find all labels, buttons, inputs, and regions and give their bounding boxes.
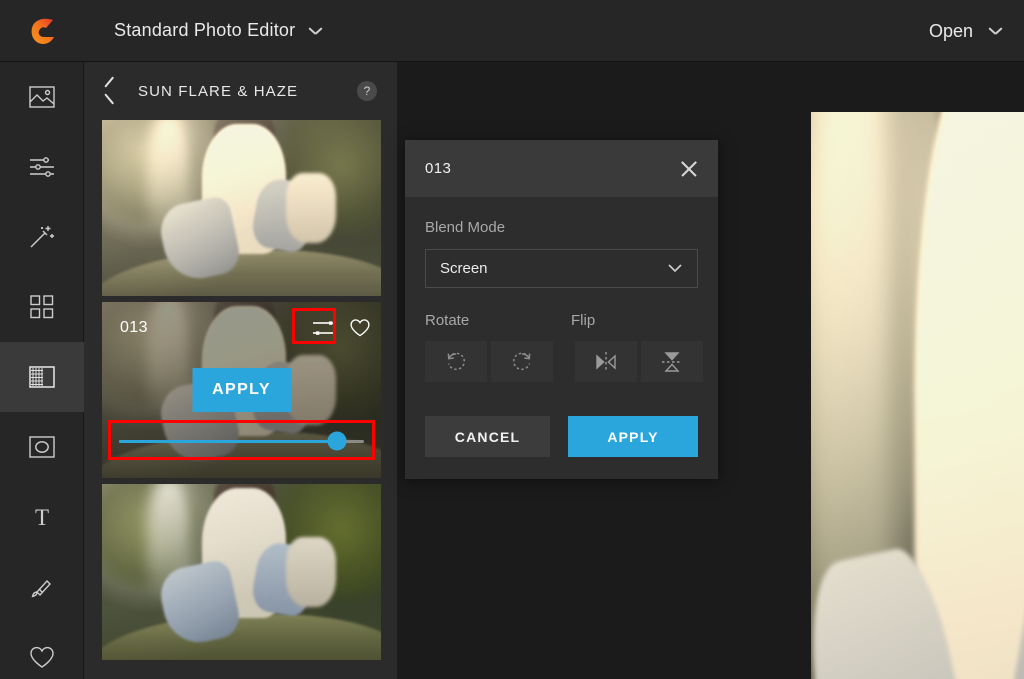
blend-mode-label: Blend Mode <box>425 219 698 236</box>
app-title-label: Standard Photo Editor <box>114 20 295 41</box>
blend-mode-select[interactable]: Screen <box>425 249 698 288</box>
dialog-header: 013 <box>405 140 718 197</box>
vignette-icon <box>29 436 55 458</box>
photo-editor-app: Standard Photo Editor Open <box>0 0 1024 679</box>
opacity-slider[interactable] <box>119 434 364 448</box>
flip-horizontal-button[interactable] <box>575 341 637 382</box>
transform-labels: Rotate Flip <box>425 312 698 329</box>
flip-vertical-icon <box>661 350 683 374</box>
overlay-favorite-button[interactable] <box>349 318 371 338</box>
chevron-left-icon[interactable] <box>102 80 118 102</box>
flip-vertical-button[interactable] <box>641 341 703 382</box>
sliders-icon <box>312 319 335 338</box>
help-icon[interactable]: ? <box>357 81 377 101</box>
sidebar-item-text[interactable]: T <box>0 482 84 552</box>
sidebar-item-overlays[interactable] <box>0 342 84 412</box>
app-title-menu[interactable]: Standard Photo Editor <box>114 20 322 41</box>
texture-icon <box>29 366 55 388</box>
overlay-preview-image <box>102 120 381 296</box>
open-menu-button[interactable]: Open <box>929 0 1002 62</box>
panel-title: SUN FLARE & HAZE <box>138 83 298 100</box>
open-label: Open <box>929 21 973 42</box>
panel-header: SUN FLARE & HAZE ? <box>84 62 397 120</box>
main-preview-image <box>811 112 1024 679</box>
magic-wand-icon <box>29 225 55 249</box>
sidebar-item-effects[interactable] <box>0 202 84 272</box>
rotate-right-button[interactable] <box>491 341 553 382</box>
overlay-thumbnail-list: 013 <box>84 120 397 660</box>
thumbnail-toolbar: 013 <box>102 302 381 354</box>
dialog-title: 013 <box>425 160 451 177</box>
sidebar-item-favorites[interactable] <box>0 622 84 679</box>
overlay-settings-button[interactable] <box>312 319 335 338</box>
apply-button[interactable]: APPLY <box>568 416 698 457</box>
rotate-counterclockwise-icon <box>445 351 467 373</box>
rotate-clockwise-icon <box>511 351 533 373</box>
left-toolbar: T <box>0 62 84 679</box>
svg-text:T: T <box>35 505 49 529</box>
overlay-thumbnail-item[interactable] <box>102 484 381 660</box>
overlay-thumbnail-item[interactable] <box>102 120 381 296</box>
dialog-actions: CANCEL APPLY <box>425 416 698 457</box>
flip-horizontal-icon <box>594 351 618 373</box>
heart-icon <box>29 646 55 669</box>
text-icon: T <box>30 505 54 529</box>
c-logo-icon <box>27 16 57 46</box>
rotate-label: Rotate <box>425 312 571 329</box>
close-icon[interactable] <box>678 158 700 180</box>
heart-icon <box>349 318 371 338</box>
dialog-body: Blend Mode Screen Rotate Flip <box>405 197 718 479</box>
slider-fill <box>119 440 337 443</box>
overlay-settings-dialog: 013 Blend Mode Screen Rotate Flip <box>405 140 718 479</box>
thumbnail-apply-button[interactable]: APPLY <box>192 368 291 412</box>
rotate-left-button[interactable] <box>425 341 487 382</box>
chevron-down-icon <box>667 260 683 278</box>
slider-handle[interactable] <box>328 432 347 451</box>
top-bar: Standard Photo Editor Open <box>0 0 1024 62</box>
overlay-preview-image <box>102 484 381 660</box>
chevron-down-icon <box>309 27 322 35</box>
brush-icon <box>29 575 55 599</box>
flip-label: Flip <box>571 312 595 329</box>
overlay-thumbnail-item-selected[interactable]: 013 <box>102 302 381 478</box>
sidebar-item-frames[interactable] <box>0 412 84 482</box>
sidebar-item-draw[interactable] <box>0 552 84 622</box>
transform-buttons-row <box>425 341 698 382</box>
grid-icon <box>30 295 54 319</box>
sidebar-item-collage[interactable] <box>0 272 84 342</box>
sliders-icon <box>29 156 55 178</box>
chevron-down-icon <box>989 27 1002 35</box>
image-icon <box>29 86 55 108</box>
app-logo <box>0 0 84 62</box>
blend-mode-value: Screen <box>440 260 488 277</box>
sidebar-item-adjust[interactable] <box>0 132 84 202</box>
thumbnail-label: 013 <box>120 319 148 337</box>
thumbnail-actions <box>312 318 371 338</box>
slider-track <box>119 440 364 443</box>
flip-button-group <box>575 341 703 382</box>
canvas-area: 013 Blend Mode Screen Rotate Flip <box>397 62 1024 679</box>
cancel-button[interactable]: CANCEL <box>425 416 550 457</box>
sidebar-item-image[interactable] <box>0 62 84 132</box>
overlay-tool-panel: SUN FLARE & HAZE ? <box>84 62 397 679</box>
rotate-button-group <box>425 341 553 382</box>
